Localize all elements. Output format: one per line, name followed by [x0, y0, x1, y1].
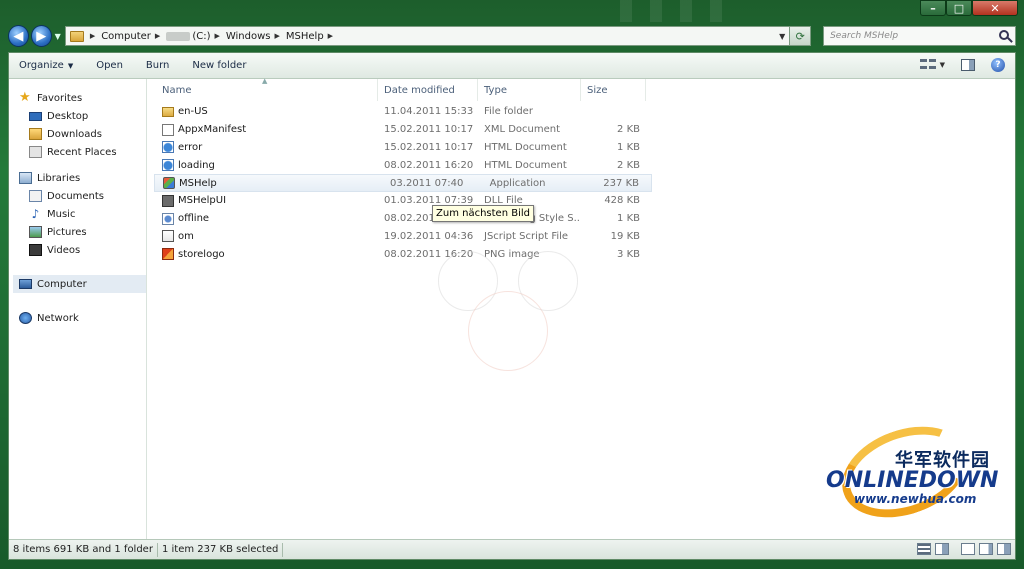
- desktop-icon: [29, 111, 42, 121]
- sidebar-item-documents[interactable]: Documents: [9, 187, 146, 205]
- sidebar-item-downloads[interactable]: Downloads: [9, 125, 146, 143]
- logo-url-text: www.newhua.com: [854, 492, 977, 506]
- music-note-icon: ♪: [31, 207, 40, 221]
- command-bar: Organize ▼ Open Burn New folder ▼ ?: [9, 53, 1015, 79]
- css-file-icon: [162, 212, 174, 225]
- address-bar[interactable]: ▶ Computer ▶ (C:) ▶ Windows ▶ MSHelp ▶ ▼: [64, 26, 791, 46]
- file-row-selected[interactable]: MSHelp 03.2011 07:40 Application 237 KB: [154, 174, 652, 192]
- sidebar-item-videos[interactable]: Videos: [9, 241, 146, 259]
- html-file-icon: [162, 159, 174, 172]
- navigation-pane: ★ Favorites Desktop Downloads Recent Plac…: [9, 79, 147, 541]
- file-row[interactable]: MSHelpUI 01.03.2011 07:39 DLL File 428 K…: [148, 192, 1015, 210]
- column-header-name[interactable]: ▲ Name: [148, 77, 378, 101]
- search-input[interactable]: Search MSHelp: [823, 26, 1016, 46]
- sidebar-item-desktop[interactable]: Desktop: [9, 107, 146, 125]
- downloads-icon: [29, 128, 42, 140]
- forward-button[interactable]: ▶: [30, 25, 52, 47]
- toolbar-right: ▼ ?: [919, 58, 1005, 72]
- logo-main-text: ONLINEDOWN: [826, 468, 999, 493]
- sidebar-item-computer[interactable]: Computer: [13, 275, 146, 293]
- file-row[interactable]: loading 08.02.2011 16:20 HTML Document 2…: [148, 156, 1015, 174]
- window-frame: – □ ✕ ◀ ▶ ▼ ▶ Computer ▶ (C:) ▶ Windows …: [0, 0, 1024, 569]
- recent-pages-dropdown-icon[interactable]: ▼: [55, 32, 61, 41]
- search-icon[interactable]: [998, 30, 1009, 40]
- status-view-controls: [913, 543, 1011, 555]
- chevron-right-icon[interactable]: ▶: [275, 32, 280, 40]
- view-options-dropdown-icon[interactable]: ▼: [940, 61, 945, 69]
- status-bar: 8 items 691 KB and 1 folder 1 item 237 K…: [9, 539, 1015, 559]
- drive-label-redacted: [166, 31, 191, 41]
- breadcrumb-mshelp[interactable]: MSHelp: [286, 31, 324, 42]
- column-header-date[interactable]: Date modified: [378, 79, 478, 101]
- videos-icon: [29, 244, 42, 256]
- tooltip: Zum nächsten Bild: [432, 205, 534, 222]
- address-dropdown-icon[interactable]: ▼: [779, 32, 785, 41]
- change-view-icon[interactable]: [919, 59, 936, 71]
- sidebar-item-music[interactable]: ♪ Music: [9, 205, 146, 223]
- computer-icon: [19, 279, 32, 289]
- refresh-icon: ⟳: [795, 29, 805, 43]
- details-view-icon[interactable]: [917, 543, 931, 555]
- help-icon[interactable]: ?: [991, 58, 1005, 72]
- preview-pane-icon[interactable]: [961, 59, 975, 71]
- column-headers: ▲ Name Date modified Type Size: [148, 77, 1015, 101]
- js-file-icon: [162, 230, 174, 243]
- preview-pane-toggle-icon[interactable]: [997, 543, 1011, 555]
- folder-icon: [162, 106, 174, 117]
- back-button[interactable]: ◀: [8, 25, 29, 47]
- search-placeholder: Search MSHelp: [830, 31, 899, 41]
- window-layout-icon[interactable]: [961, 543, 975, 555]
- sidebar-item-recent-places[interactable]: Recent Places: [9, 143, 146, 161]
- window-controls: – □ ✕: [920, 0, 1018, 18]
- onlinedown-logo: 华军软件园 ONLINEDOWN www.newhua.com: [820, 410, 999, 534]
- refresh-button[interactable]: ⟳: [790, 26, 812, 46]
- chevron-right-icon[interactable]: ▶: [214, 32, 219, 40]
- sidebar-item-pictures[interactable]: Pictures: [9, 223, 146, 241]
- maximize-button[interactable]: □: [946, 0, 972, 16]
- chevron-right-icon[interactable]: ▶: [90, 32, 95, 40]
- sidebar-item-libraries[interactable]: Libraries: [9, 169, 146, 187]
- organize-button[interactable]: Organize ▼: [19, 60, 73, 71]
- recent-places-icon: [29, 146, 42, 158]
- dll-file-icon: [162, 194, 174, 207]
- chevron-right-icon[interactable]: ▶: [328, 32, 333, 40]
- breadcrumb-drive-c[interactable]: (C:): [192, 31, 210, 42]
- status-summary: 8 items 691 KB and 1 folder: [9, 542, 158, 557]
- column-header-size[interactable]: Size: [581, 79, 646, 101]
- file-row[interactable]: offline 08.02.2011 16:20 Cascading Style…: [148, 210, 1015, 228]
- star-icon: ★: [19, 90, 31, 105]
- chevron-down-icon: ▼: [67, 62, 74, 70]
- file-row[interactable]: AppxManifest 15.02.2011 10:17 XML Docume…: [148, 121, 1015, 139]
- status-selection: 1 item 237 KB selected: [158, 542, 284, 557]
- new-folder-button[interactable]: New folder: [192, 60, 246, 71]
- html-file-icon: [162, 141, 174, 154]
- png-file-icon: [162, 248, 174, 261]
- libraries-icon: [19, 172, 32, 184]
- folder-icon: [69, 30, 84, 42]
- navigation-bar: ◀ ▶ ▼ ▶ Computer ▶ (C:) ▶ Windows ▶ MSHe…: [8, 24, 1016, 48]
- sidebar-item-network[interactable]: Network: [9, 309, 146, 327]
- pictures-icon: [29, 226, 42, 238]
- sidebar-item-favorites[interactable]: ★ Favorites: [9, 89, 146, 107]
- close-button[interactable]: ✕: [972, 0, 1018, 16]
- file-row[interactable]: en-US 11.04.2011 15:33 File folder: [148, 103, 1015, 121]
- burn-button[interactable]: Burn: [146, 60, 169, 71]
- background-watermark: [428, 231, 608, 441]
- xml-file-icon: [162, 123, 174, 136]
- breadcrumb-windows[interactable]: Windows: [226, 31, 271, 42]
- application-icon: [163, 177, 175, 190]
- minimize-button[interactable]: –: [920, 0, 946, 16]
- documents-icon: [29, 190, 42, 202]
- breadcrumb-computer[interactable]: Computer: [101, 31, 151, 42]
- chevron-right-icon[interactable]: ▶: [155, 32, 160, 40]
- column-header-type[interactable]: Type: [478, 79, 581, 101]
- sort-ascending-icon: ▲: [262, 77, 268, 85]
- details-pane-icon[interactable]: [979, 543, 993, 555]
- open-button[interactable]: Open: [96, 60, 123, 71]
- large-icons-view-icon[interactable]: [935, 543, 949, 555]
- network-icon: [19, 312, 32, 324]
- file-row[interactable]: error 15.02.2011 10:17 HTML Document 1 K…: [148, 139, 1015, 157]
